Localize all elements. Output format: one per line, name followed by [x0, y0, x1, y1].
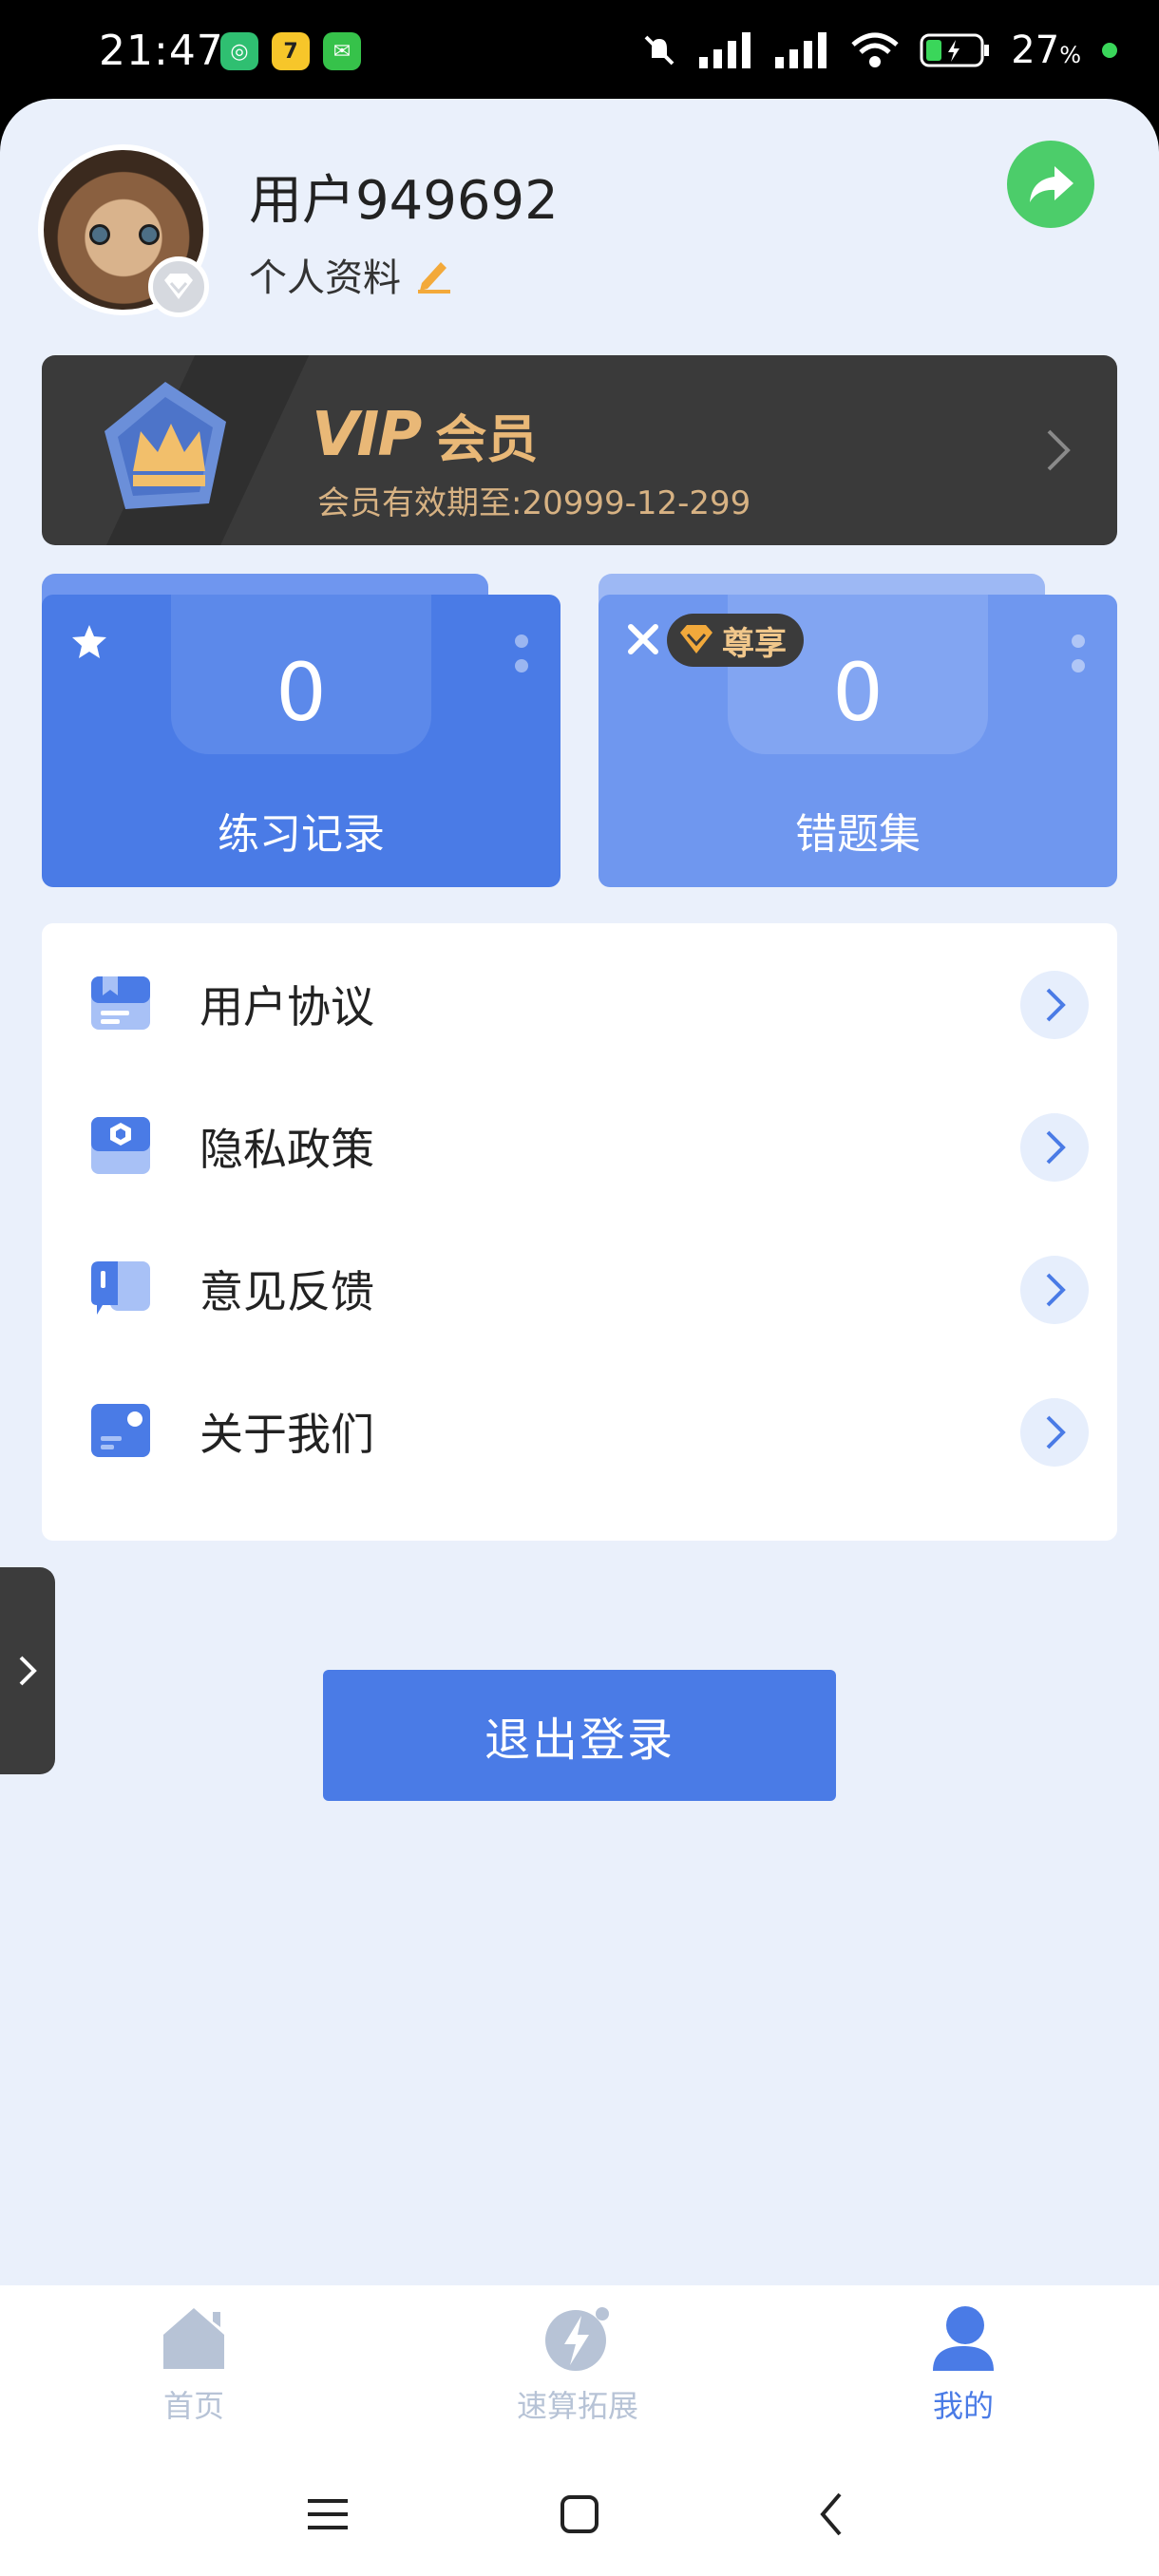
- status-time: 21:47: [99, 27, 224, 75]
- status-bar: 21:47 ◎ 7 ✉ 27%: [0, 0, 1159, 104]
- chevron-right-icon: [1020, 1256, 1089, 1324]
- square-icon: [560, 2495, 598, 2533]
- chevron-right-icon: [1020, 1113, 1089, 1182]
- card-body: 0 练习记录: [42, 595, 560, 887]
- chevron-right-icon: [1047, 429, 1071, 471]
- wrong-label: 错题集: [795, 810, 921, 859]
- tab-mine[interactable]: 我的: [868, 2302, 1058, 2445]
- avatar-eye: [139, 224, 160, 245]
- system-nav-bar: [0, 2456, 1159, 2576]
- vip-banner[interactable]: VIP 会员 会员有效期至:20999-12-299: [42, 355, 1117, 545]
- share-arrow-icon: [1030, 166, 1074, 202]
- practice-count: 0: [276, 646, 327, 739]
- logout-button[interactable]: 退出登录: [323, 1670, 836, 1801]
- settings-menu: 用户协议 隐私政策 意见反馈 关于我们: [42, 923, 1117, 1541]
- side-drawer-handle[interactable]: [0, 1567, 55, 1774]
- chevron-right-icon: [1020, 1398, 1089, 1467]
- wechat-icon: ✉: [323, 32, 361, 70]
- avatar[interactable]: [38, 144, 209, 317]
- vip-logo: VIP: [312, 399, 422, 470]
- vip-expiry-text: 会员有效期至:20999-12-299: [317, 484, 751, 522]
- avatar-eye: [89, 224, 110, 245]
- menu-button[interactable]: [285, 2481, 370, 2548]
- notification-icons: ◎ 7 ✉: [220, 32, 361, 70]
- back-button[interactable]: [788, 2481, 874, 2548]
- mute-icon: [644, 35, 674, 66]
- tab-label: 速算拓展: [516, 2388, 638, 2424]
- lightning-icon: [545, 2307, 609, 2371]
- menu-item-privacy-policy[interactable]: 隐私政策: [42, 1066, 1117, 1208]
- practice-label: 练习记录: [218, 810, 385, 859]
- vip-title: VIP 会员: [312, 397, 538, 472]
- username: 用户949692: [249, 170, 559, 232]
- back-chevron-icon: [820, 2492, 842, 2536]
- signal-icon: [699, 32, 751, 68]
- privacy-indicator-dot: [1102, 43, 1117, 58]
- agreement-icon: [91, 976, 150, 1030]
- share-button[interactable]: [1007, 141, 1094, 228]
- member-badge-icon: [148, 256, 209, 317]
- tab-label: 首页: [162, 2388, 224, 2424]
- menu-item-feedback[interactable]: 意见反馈: [42, 1208, 1117, 1351]
- wrong-count: 0: [832, 646, 884, 739]
- home-button[interactable]: [537, 2481, 622, 2548]
- menu-item-user-agreement[interactable]: 用户协议: [42, 923, 1117, 1066]
- status-indicators: 27%: [640, 28, 1117, 72]
- chevron-right-icon: [1020, 971, 1089, 1039]
- hamburger-icon: [308, 2499, 348, 2529]
- battery-percent: 27%: [1011, 28, 1081, 72]
- about-card-icon: [91, 1404, 150, 1457]
- user-icon: [933, 2306, 994, 2371]
- wifi-icon: [851, 32, 899, 67]
- app-notification-icon: ◎: [220, 32, 258, 70]
- menu-item-label: 隐私政策: [200, 1124, 374, 1175]
- card-body: 尊享 0 错题集: [598, 595, 1117, 887]
- chevron-right-icon: [19, 1656, 37, 1686]
- vip-label: 会员: [435, 409, 539, 469]
- feedback-icon: [91, 1261, 150, 1315]
- tab-home[interactable]: 首页: [99, 2302, 289, 2445]
- pencil-icon: [418, 262, 450, 294]
- menu-item-label: 用户协议: [200, 981, 374, 1032]
- menu-item-about-us[interactable]: 关于我们: [42, 1351, 1117, 1493]
- menu-item-label: 关于我们: [200, 1409, 374, 1460]
- app-notification-icon: 7: [272, 32, 310, 70]
- signal-icon: [775, 32, 827, 68]
- battery-percent-value: 27: [1011, 28, 1060, 72]
- crown-badge-icon: [104, 382, 226, 509]
- practice-record-card[interactable]: 0 练习记录: [42, 574, 560, 887]
- wrong-questions-card[interactable]: 尊享 0 错题集: [598, 574, 1117, 887]
- battery-icon: [920, 33, 990, 67]
- profile-page: 用户949692 个人资料 VIP 会员 会员有效期至:20999-12-299: [0, 99, 1159, 2287]
- edit-profile-label: 个人资料: [249, 256, 401, 300]
- battery-percent-unit: %: [1059, 42, 1081, 68]
- privacy-icon: [91, 1117, 150, 1174]
- bottom-tab-bar: 首页 速算拓展 我的: [0, 2285, 1159, 2456]
- home-icon: [163, 2308, 224, 2369]
- phone-screen: 21:47 ◎ 7 ✉ 27% 用户949692 个人资料 VIP 会员 会员有…: [0, 0, 1159, 2576]
- tab-speed-calc[interactable]: 速算拓展: [483, 2302, 673, 2445]
- menu-item-label: 意见反馈: [200, 1266, 374, 1317]
- tab-label: 我的: [932, 2388, 994, 2424]
- edit-profile-link[interactable]: 个人资料: [249, 247, 454, 302]
